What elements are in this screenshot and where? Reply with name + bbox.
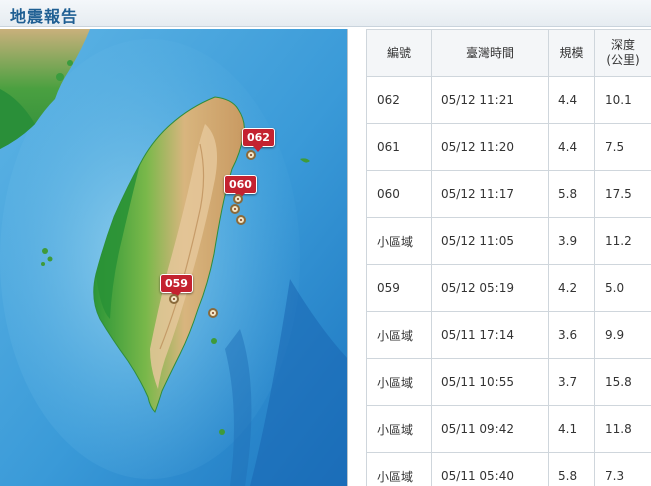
cell-magnitude: 3.9 xyxy=(548,217,595,265)
cell-time: 05/11 09:42 xyxy=(431,405,549,453)
table-row[interactable]: 062 05/12 11:21 4.4 10.1 xyxy=(366,76,651,124)
cell-id[interactable]: 059 xyxy=(366,264,432,312)
cell-id[interactable]: 小區域 xyxy=(366,358,432,406)
penghu-islet xyxy=(41,262,45,266)
cell-depth: 5.0 xyxy=(594,264,651,312)
cell-id[interactable]: 062 xyxy=(366,76,432,124)
cell-magnitude: 4.1 xyxy=(548,405,595,453)
header-magnitude: 規模 xyxy=(548,29,595,77)
marker-060[interactable]: 060 xyxy=(224,175,257,199)
marker-059[interactable]: 059 xyxy=(160,274,193,298)
table-header-row: 編號 臺灣時間 規模 深度 (公里) xyxy=(366,29,651,77)
cell-magnitude: 3.7 xyxy=(548,358,595,406)
epicenter-059-dot[interactable] xyxy=(169,294,179,304)
header-id: 編號 xyxy=(366,29,432,77)
page-title: 地震報告 xyxy=(10,7,79,26)
cell-magnitude: 3.6 xyxy=(548,311,595,359)
earthquake-table: 編號 臺灣時間 規模 深度 (公里) 062 05/12 11:21 4.4 1… xyxy=(366,29,651,486)
cell-id[interactable]: 060 xyxy=(366,170,432,218)
epicenter-small-area-dot[interactable] xyxy=(208,308,218,318)
header-depth: 深度 (公里) xyxy=(594,29,651,77)
header-depth-line1: 深度 xyxy=(610,38,635,52)
cell-id[interactable]: 小區域 xyxy=(366,405,432,453)
table-row[interactable]: 小區域 05/11 05:40 5.8 7.3 xyxy=(366,452,651,486)
header-time: 臺灣時間 xyxy=(431,29,549,77)
cell-depth: 9.9 xyxy=(594,311,651,359)
cell-id[interactable]: 小區域 xyxy=(366,311,432,359)
cell-id[interactable]: 小區域 xyxy=(366,217,432,265)
table-row[interactable]: 小區域 05/11 17:14 3.6 9.9 xyxy=(366,311,651,359)
earthquake-table-panel: 編號 臺灣時間 規模 深度 (公里) 062 05/12 11:21 4.4 1… xyxy=(366,29,651,486)
table-row[interactable]: 061 05/12 11:20 4.4 7.5 xyxy=(366,123,651,171)
cell-depth: 11.2 xyxy=(594,217,651,265)
cell-magnitude: 4.4 xyxy=(548,76,595,124)
map-image xyxy=(0,29,347,486)
header-depth-line2: (公里) xyxy=(606,53,640,67)
cell-magnitude: 4.4 xyxy=(548,123,595,171)
table-row[interactable]: 小區域 05/12 11:05 3.9 11.2 xyxy=(366,217,651,265)
green-island xyxy=(211,338,217,344)
cell-id[interactable]: 小區域 xyxy=(366,452,432,486)
cell-depth: 10.1 xyxy=(594,76,651,124)
table-row[interactable]: 060 05/12 11:17 5.8 17.5 xyxy=(366,170,651,218)
cell-time: 05/11 17:14 xyxy=(431,311,549,359)
penghu-islet xyxy=(47,256,53,262)
earthquake-report-page: 地震報告 062 060 059 編號 臺灣時間 規模 深度 (公里) 062 … xyxy=(0,0,651,486)
cell-magnitude: 5.8 xyxy=(548,170,595,218)
cell-magnitude: 4.2 xyxy=(548,264,595,312)
cell-id[interactable]: 061 xyxy=(366,123,432,171)
header-bar: 地震報告 xyxy=(0,0,651,27)
cell-time: 05/12 05:19 xyxy=(431,264,549,312)
orchid-island xyxy=(219,429,225,435)
table-row[interactable]: 059 05/12 05:19 4.2 5.0 xyxy=(366,264,651,312)
cell-time: 05/11 05:40 xyxy=(431,452,549,486)
epicenter-cluster-dot[interactable] xyxy=(233,194,243,204)
cell-depth: 7.5 xyxy=(594,123,651,171)
table-row[interactable]: 小區域 05/11 09:42 4.1 11.8 xyxy=(366,405,651,453)
table-row[interactable]: 小區域 05/11 10:55 3.7 15.8 xyxy=(366,358,651,406)
cell-depth: 11.8 xyxy=(594,405,651,453)
cell-time: 05/12 11:05 xyxy=(431,217,549,265)
cell-time: 05/12 11:20 xyxy=(431,123,549,171)
cell-time: 05/12 11:21 xyxy=(431,76,549,124)
marker-062[interactable]: 062 xyxy=(242,128,275,152)
epicenter-cluster-dot[interactable] xyxy=(236,215,246,225)
earthquake-map[interactable]: 062 060 059 xyxy=(0,29,348,486)
epicenter-cluster-dot[interactable] xyxy=(230,204,240,214)
epicenter-062-dot[interactable] xyxy=(246,150,256,160)
cell-time: 05/11 10:55 xyxy=(431,358,549,406)
penghu-islet xyxy=(42,248,48,254)
cell-depth: 7.3 xyxy=(594,452,651,486)
cell-time: 05/12 11:17 xyxy=(431,170,549,218)
coastal-islet xyxy=(56,73,64,81)
cell-depth: 17.5 xyxy=(594,170,651,218)
coastal-islet xyxy=(67,60,73,66)
cell-magnitude: 5.8 xyxy=(548,452,595,486)
cell-depth: 15.8 xyxy=(594,358,651,406)
